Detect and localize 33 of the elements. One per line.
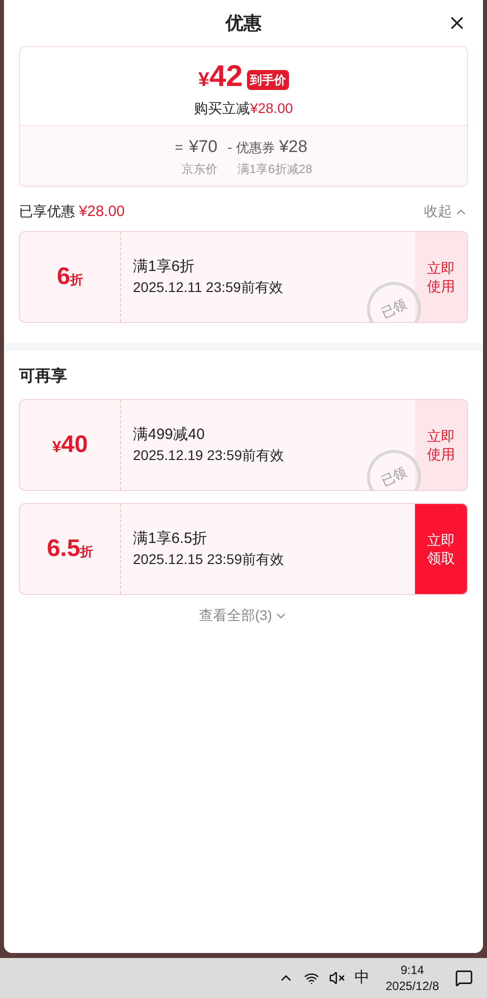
section-title: 可再享 [19, 368, 67, 385]
base-price-caption: 京东价 [181, 160, 218, 178]
base-price: ¥70 [189, 136, 218, 158]
collapse-button[interactable]: 收起 [424, 201, 468, 222]
coupon-action-button[interactable]: 立即 使用 [415, 400, 467, 490]
final-price-tag: 到手价 [246, 70, 289, 90]
minus-sign: - [227, 138, 232, 157]
coupon-value: ¥40 [52, 430, 88, 460]
coupon-value: 6折 [56, 262, 84, 292]
wifi-icon[interactable] [304, 970, 319, 986]
muted-speaker-icon[interactable] [328, 970, 345, 986]
panel-title: 优惠 [226, 12, 262, 34]
view-all-link[interactable]: 查看全部(3) [198, 605, 288, 626]
saving-text: 购买立减¥28.00 [194, 99, 293, 118]
input-method-indicator[interactable]: 中 [354, 966, 370, 990]
coupon-title: 满1享6.5折 [133, 529, 208, 549]
equals-sign: = [174, 138, 184, 157]
clock-time[interactable]: 9:14 [400, 962, 424, 978]
enjoyed-discount: 已享优惠 ¥28.00 [19, 202, 125, 222]
coupon-validity: 2025.12.11 23:59前有效 [133, 278, 284, 297]
coupon-title: 满499减40 [133, 425, 206, 445]
coupon-label: 优惠券 [236, 139, 276, 157]
coupon-value: 6.5折 [46, 534, 94, 564]
coupon-caption: 满1享6折减28 [236, 160, 312, 178]
notification-icon[interactable] [455, 969, 473, 987]
coupon-action-button[interactable]: 立即 领取 [415, 504, 467, 594]
coupon-title: 满1享6折 [133, 257, 196, 277]
coupon-validity: 2025.12.15 23:59前有效 [133, 550, 285, 569]
final-price: ¥42 [198, 61, 243, 95]
coupon-amount: ¥28 [279, 136, 308, 158]
clock-date[interactable]: 2025/12/8 [386, 978, 439, 994]
coupon-validity: 2025.12.19 23:59前有效 [133, 446, 285, 465]
coupon-action-button[interactable]: 立即 使用 [415, 232, 467, 322]
